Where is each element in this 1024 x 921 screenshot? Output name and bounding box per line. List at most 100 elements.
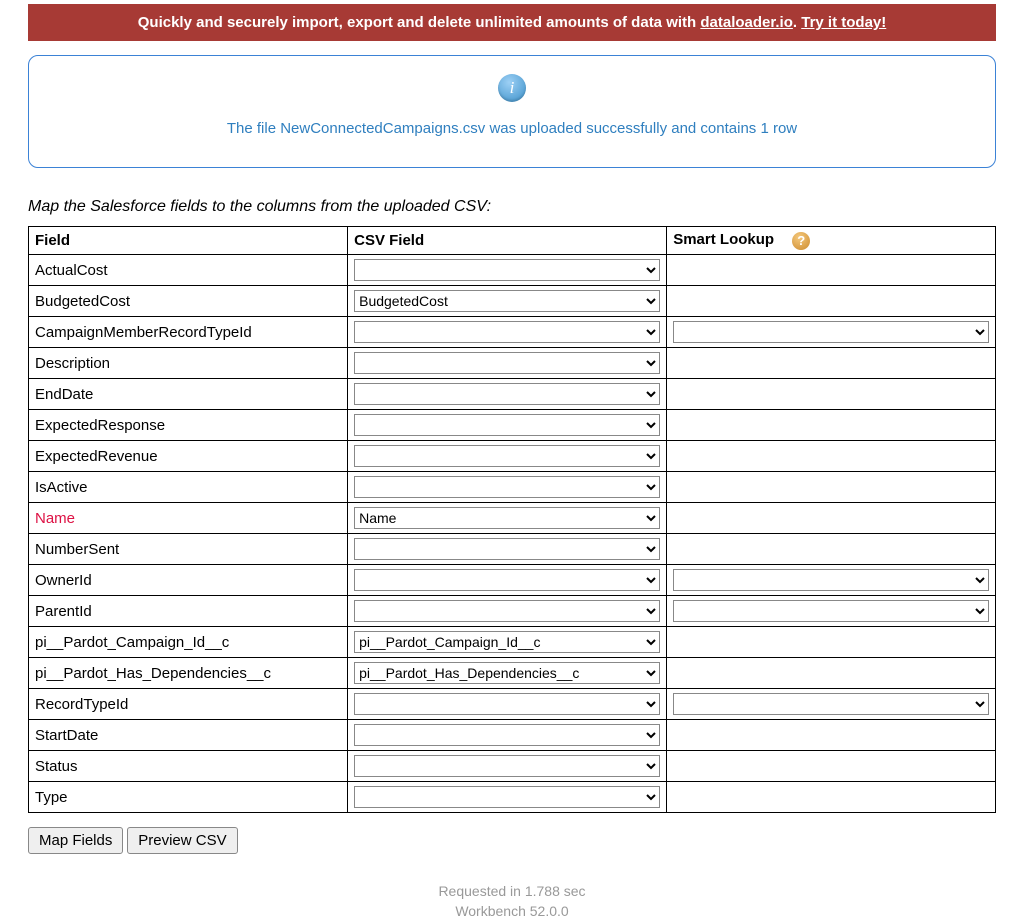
csv-field-cell	[348, 565, 667, 596]
table-row: Description	[29, 348, 996, 379]
smart-lookup-cell	[667, 348, 996, 379]
table-row: EndDate	[29, 379, 996, 410]
smart-lookup-select[interactable]	[673, 693, 989, 715]
banner-text-prefix: Quickly and securely import, export and …	[138, 14, 701, 31]
table-row: NumberSent	[29, 534, 996, 565]
csv-field-cell	[348, 317, 667, 348]
csv-field-select[interactable]	[354, 414, 660, 436]
field-name-cell: Name	[29, 503, 348, 534]
field-name-cell: Status	[29, 751, 348, 782]
csv-field-select[interactable]	[354, 786, 660, 808]
field-name-cell: ExpectedRevenue	[29, 441, 348, 472]
smart-lookup-cell	[667, 503, 996, 534]
field-name-cell: ExpectedResponse	[29, 410, 348, 441]
smart-lookup-cell	[667, 441, 996, 472]
table-row: RecordTypeId	[29, 689, 996, 720]
smart-lookup-cell	[667, 720, 996, 751]
csv-field-cell	[348, 782, 667, 813]
field-name-cell: NumberSent	[29, 534, 348, 565]
promo-banner: Quickly and securely import, export and …	[28, 4, 996, 41]
csv-field-select[interactable]	[354, 724, 660, 746]
smart-lookup-cell	[667, 410, 996, 441]
field-name-cell: ParentId	[29, 596, 348, 627]
csv-field-select[interactable]	[354, 383, 660, 405]
csv-field-cell: BudgetedCost	[348, 286, 667, 317]
dataloader-link[interactable]: dataloader.io	[700, 14, 793, 31]
table-row: ParentId	[29, 596, 996, 627]
smart-lookup-cell	[667, 596, 996, 627]
table-row: ExpectedResponse	[29, 410, 996, 441]
field-name-cell: StartDate	[29, 720, 348, 751]
field-name-cell: Type	[29, 782, 348, 813]
field-name-cell: OwnerId	[29, 565, 348, 596]
footer-version: Workbench 52.0.0	[0, 902, 1024, 921]
csv-field-select[interactable]	[354, 321, 660, 343]
csv-field-cell	[348, 751, 667, 782]
field-mapping-table: Field CSV Field Smart Lookup ? ActualCos…	[28, 226, 996, 813]
csv-field-select[interactable]	[354, 259, 660, 281]
table-header-row: Field CSV Field Smart Lookup ?	[29, 227, 996, 255]
upload-success-message: The file NewConnectedCampaigns.csv was u…	[49, 120, 975, 137]
page-footer: Requested in 1.788 sec Workbench 52.0.0	[0, 882, 1024, 921]
csv-field-select[interactable]	[354, 755, 660, 777]
table-row: StartDate	[29, 720, 996, 751]
footer-request-time: Requested in 1.788 sec	[0, 882, 1024, 902]
csv-field-select[interactable]: Name	[354, 507, 660, 529]
smart-lookup-cell	[667, 751, 996, 782]
csv-field-select[interactable]	[354, 476, 660, 498]
csv-field-select[interactable]: pi__Pardot_Has_Dependencies__c	[354, 662, 660, 684]
csv-field-select[interactable]: BudgetedCost	[354, 290, 660, 312]
field-name-cell: RecordTypeId	[29, 689, 348, 720]
table-row: Status	[29, 751, 996, 782]
header-field: Field	[29, 227, 348, 255]
csv-field-cell	[348, 255, 667, 286]
smart-lookup-cell	[667, 255, 996, 286]
smart-lookup-cell	[667, 472, 996, 503]
header-csv-field: CSV Field	[348, 227, 667, 255]
csv-field-cell	[348, 472, 667, 503]
preview-csv-button[interactable]: Preview CSV	[127, 827, 237, 854]
action-buttons: Map Fields Preview CSV	[28, 827, 996, 854]
smart-lookup-cell	[667, 627, 996, 658]
field-name-cell: BudgetedCost	[29, 286, 348, 317]
header-smart-lookup-label: Smart Lookup	[673, 231, 774, 248]
help-icon[interactable]: ?	[792, 232, 810, 250]
csv-field-select[interactable]	[354, 600, 660, 622]
field-name-cell: EndDate	[29, 379, 348, 410]
table-row: ExpectedRevenue	[29, 441, 996, 472]
map-fields-button[interactable]: Map Fields	[28, 827, 123, 854]
csv-field-select[interactable]	[354, 569, 660, 591]
field-name-cell: CampaignMemberRecordTypeId	[29, 317, 348, 348]
smart-lookup-select[interactable]	[673, 600, 989, 622]
csv-field-cell	[348, 534, 667, 565]
banner-text-middle: .	[793, 14, 801, 31]
smart-lookup-cell	[667, 782, 996, 813]
table-row: ActualCost	[29, 255, 996, 286]
csv-field-select[interactable]: pi__Pardot_Campaign_Id__c	[354, 631, 660, 653]
table-row: IsActive	[29, 472, 996, 503]
info-icon: i	[498, 74, 526, 102]
field-name-cell: ActualCost	[29, 255, 348, 286]
table-row: CampaignMemberRecordTypeId	[29, 317, 996, 348]
table-row: BudgetedCost BudgetedCost	[29, 286, 996, 317]
smart-lookup-cell	[667, 286, 996, 317]
field-name-cell: pi__Pardot_Has_Dependencies__c	[29, 658, 348, 689]
csv-field-cell	[348, 410, 667, 441]
csv-field-select[interactable]	[354, 538, 660, 560]
csv-field-select[interactable]	[354, 445, 660, 467]
field-name-cell: Description	[29, 348, 348, 379]
table-row: pi__Pardot_Campaign_Id__c pi__Pardot_Camp…	[29, 627, 996, 658]
csv-field-cell: pi__Pardot_Campaign_Id__c	[348, 627, 667, 658]
csv-field-select[interactable]	[354, 693, 660, 715]
csv-field-select[interactable]	[354, 352, 660, 374]
smart-lookup-cell	[667, 534, 996, 565]
smart-lookup-cell	[667, 689, 996, 720]
smart-lookup-select[interactable]	[673, 569, 989, 591]
field-name-cell: pi__Pardot_Campaign_Id__c	[29, 627, 348, 658]
upload-info-box: i The file NewConnectedCampaigns.csv was…	[28, 55, 996, 168]
smart-lookup-select[interactable]	[673, 321, 989, 343]
csv-field-cell	[348, 596, 667, 627]
try-it-link[interactable]: Try it today!	[801, 14, 886, 31]
field-name-cell: IsActive	[29, 472, 348, 503]
smart-lookup-cell	[667, 317, 996, 348]
